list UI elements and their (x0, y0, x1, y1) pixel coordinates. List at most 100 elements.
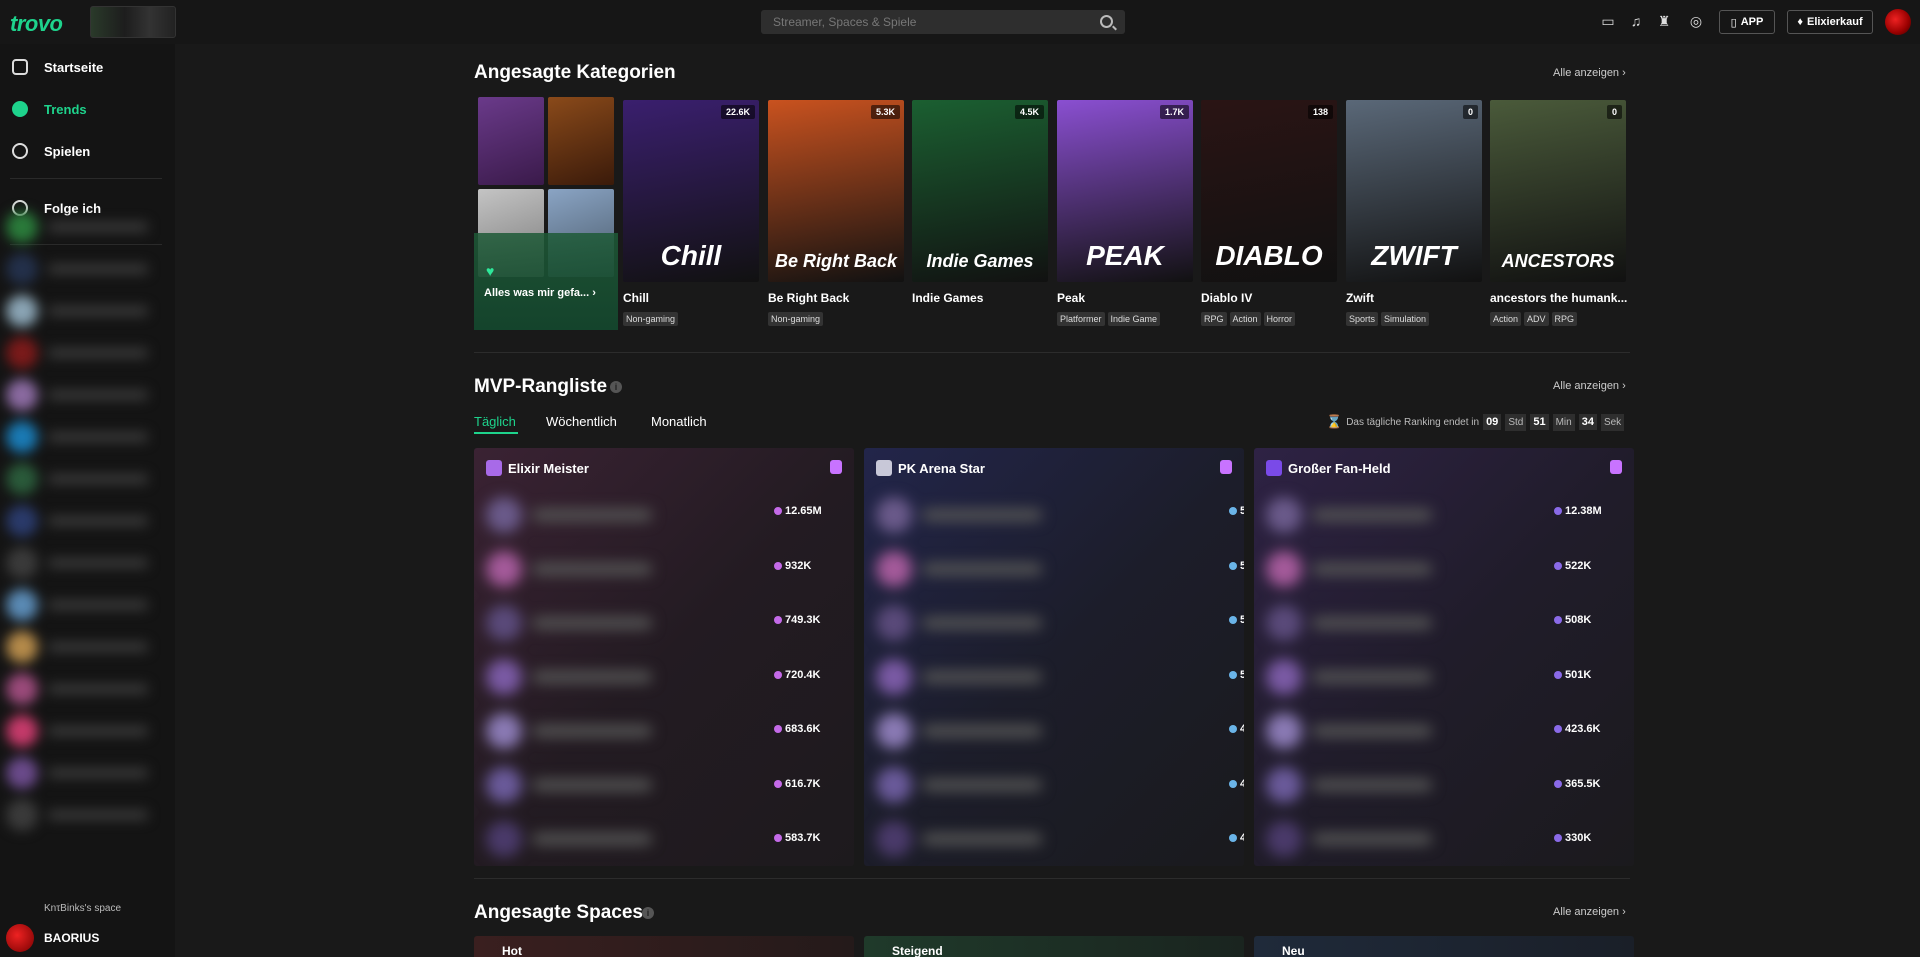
category-tag[interactable]: RPG (1201, 312, 1227, 326)
list-item[interactable] (486, 542, 736, 596)
list-item[interactable] (876, 704, 1126, 758)
list-item[interactable] (876, 758, 1126, 812)
list-item[interactable] (0, 332, 170, 374)
chat-icon[interactable]: ▭ (1600, 13, 1616, 29)
app-button[interactable]: ▯ APP (1719, 10, 1775, 34)
list-item[interactable] (1266, 812, 1516, 866)
space-card-hot[interactable]: Hot (474, 936, 854, 957)
category-thumbnail[interactable]: 0 ZWIFT (1346, 100, 1482, 282)
category-tag[interactable]: Indie Game (1107, 312, 1161, 326)
category-name[interactable]: Be Right Back (768, 291, 908, 305)
category-tag[interactable]: Non-gaming (768, 312, 824, 326)
category-name[interactable]: Diablo IV (1201, 291, 1341, 305)
tab-taeglich[interactable]: Täglich (474, 414, 516, 429)
trovo-logo[interactable]: trovo (10, 11, 63, 37)
category-thumbnail[interactable]: 0 ANCESTORS (1490, 100, 1626, 282)
globe-icon[interactable]: ◎ (1688, 13, 1704, 29)
category-card[interactable]: 138 DIABLO Diablo IV RPG Action Horror (1201, 100, 1337, 326)
category-thumbnail[interactable]: 22.6K Chill (623, 100, 759, 282)
list-item[interactable] (0, 458, 170, 500)
list-item[interactable] (0, 206, 170, 248)
list-item[interactable] (876, 812, 1126, 866)
category-card[interactable]: 1.7K PEAK Peak Platformer Indie Game (1057, 100, 1193, 326)
categories-see-all-link[interactable]: Alle anzeigen › (1553, 67, 1626, 79)
tab-woechentlich[interactable]: Wöchentlich (546, 414, 617, 429)
sidebar-item-startseite[interactable]: Startseite (0, 52, 175, 82)
category-tag[interactable]: RPG (1551, 312, 1578, 326)
category-thumbnail[interactable]: 4.5K Indie Games (912, 100, 1048, 282)
list-item[interactable] (0, 668, 170, 710)
list-item[interactable] (486, 704, 736, 758)
category-tag[interactable]: Action (1490, 312, 1522, 326)
list-item[interactable] (486, 488, 736, 542)
tab-monatlich[interactable]: Monatlich (651, 414, 707, 429)
list-item[interactable] (1266, 758, 1516, 812)
space-card-neu[interactable]: Neu (1254, 936, 1634, 957)
list-item[interactable] (0, 626, 170, 668)
list-item[interactable] (876, 596, 1126, 650)
castle-icon[interactable]: ♜ (1656, 13, 1672, 29)
category-tag[interactable]: Action (1229, 312, 1261, 326)
category-tag[interactable]: Horror (1263, 312, 1296, 326)
mvp-see-all-link[interactable]: Alle anzeigen › (1553, 380, 1626, 392)
list-item[interactable] (0, 416, 170, 458)
sidebar-channel-peek[interactable]: KnτBinks's space (44, 903, 121, 914)
space-card-steigend[interactable]: Steigend (864, 936, 1244, 957)
list-item[interactable] (0, 374, 170, 416)
favorites-card[interactable]: ♥ Alles was mir gefa... › (474, 97, 618, 330)
list-item[interactable] (1266, 488, 1516, 542)
list-item[interactable] (0, 794, 170, 836)
sidebar-user[interactable]: BAORIUS (0, 918, 175, 957)
category-thumbnail[interactable]: 1.7K PEAK (1057, 100, 1193, 282)
gift-icon[interactable] (830, 460, 842, 474)
list-item[interactable] (486, 758, 736, 812)
category-name[interactable]: Zwift (1346, 291, 1486, 305)
category-name[interactable]: Chill (623, 291, 763, 305)
list-item[interactable] (0, 752, 170, 794)
category-tag[interactable]: Simulation (1381, 312, 1430, 326)
category-thumbnail[interactable]: 5.3K Be Right Back (768, 100, 904, 282)
list-item[interactable] (0, 500, 170, 542)
list-item[interactable] (0, 710, 170, 752)
list-item[interactable] (1266, 596, 1516, 650)
category-name[interactable]: ancestors the humank... (1490, 291, 1630, 305)
category-name[interactable]: Peak (1057, 291, 1197, 305)
list-item[interactable] (0, 290, 170, 332)
search-icon[interactable] (1100, 15, 1113, 28)
category-card[interactable]: 4.5K Indie Games Indie Games (912, 100, 1048, 312)
list-item[interactable] (486, 596, 736, 650)
list-item[interactable] (0, 542, 170, 584)
category-card[interactable]: 5.3K Be Right Back Be Right Back Non-gaming (768, 100, 904, 326)
list-item[interactable] (486, 812, 736, 866)
category-tag[interactable]: Platformer (1057, 312, 1105, 326)
list-item[interactable] (486, 650, 736, 704)
list-item[interactable] (1266, 704, 1516, 758)
event-banner-icon[interactable] (90, 6, 176, 38)
bell-icon[interactable]: ♫ (1628, 13, 1644, 29)
category-card[interactable]: 22.6K Chill Chill Non-gaming (623, 100, 759, 326)
category-card[interactable]: 0 ANCESTORS ancestors the humank... Action A… (1490, 100, 1627, 326)
list-item[interactable] (1266, 542, 1516, 596)
category-name[interactable]: Indie Games (912, 291, 1052, 305)
sidebar-item-trends[interactable]: Trends (0, 94, 175, 124)
list-item[interactable] (0, 584, 170, 626)
category-tag[interactable]: Non-gaming (623, 312, 679, 326)
elixir-purchase-button[interactable]: ♦ Elixierkauf (1787, 10, 1873, 34)
gift-icon[interactable] (1610, 460, 1622, 474)
info-icon[interactable]: i (610, 381, 622, 393)
user-avatar[interactable] (1885, 9, 1911, 35)
sidebar-item-spielen[interactable]: Spielen (0, 136, 175, 166)
list-item[interactable] (876, 650, 1126, 704)
info-icon[interactable]: i (642, 907, 654, 919)
list-item[interactable] (0, 248, 170, 290)
list-item[interactable] (1266, 650, 1516, 704)
category-tag[interactable]: Sports (1346, 312, 1379, 326)
gift-icon[interactable] (1220, 460, 1232, 474)
category-card[interactable]: 0 ZWIFT Zwift Sports Simulation (1346, 100, 1482, 326)
search-input[interactable]: Streamer, Spaces & Spiele (761, 10, 1125, 34)
category-tag[interactable]: ADV (1524, 312, 1549, 326)
list-item[interactable] (876, 488, 1126, 542)
spaces-see-all-link[interactable]: Alle anzeigen › (1553, 906, 1626, 918)
list-item[interactable] (876, 542, 1126, 596)
category-thumbnail[interactable]: 138 DIABLO (1201, 100, 1337, 282)
